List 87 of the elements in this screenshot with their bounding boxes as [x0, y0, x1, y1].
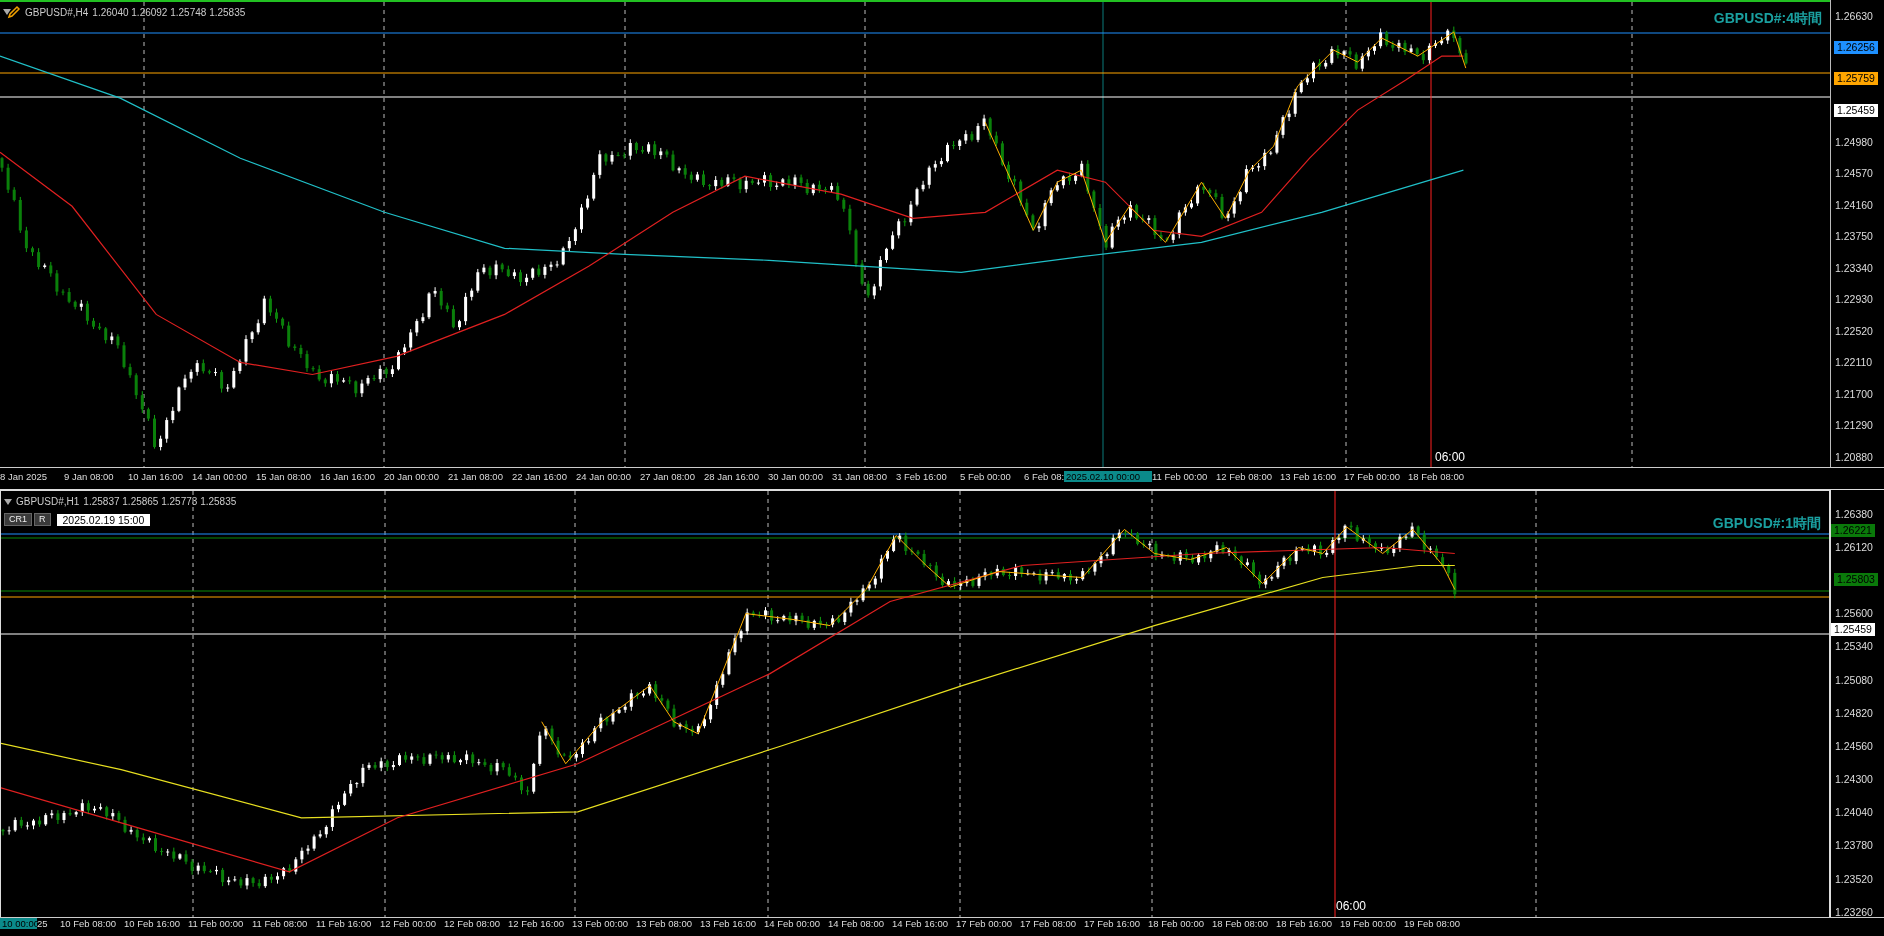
time-tick-label: 8 Jan 2025 [0, 471, 48, 482]
price-tick-label: 1.23520 [1834, 872, 1873, 885]
time-marker-label: 06:00 [1435, 450, 1466, 464]
time-tick-label: 13 Feb 00:00 [572, 918, 629, 929]
time-tick-label: 10 Jan 16:00 [128, 471, 184, 482]
price-tick-label: 1.22110 [1834, 356, 1873, 369]
datetime-field[interactable]: 2025.02.19 15:00 [56, 513, 151, 526]
time-tick-label: 24 Jan 00:00 [576, 471, 632, 482]
price-tick-label: 1.20880 [1834, 450, 1873, 463]
time-tick-label: 20 Jan 00:00 [384, 471, 440, 482]
price-tick-label: 1.26380 [1834, 507, 1873, 520]
symbol-label: GBPUSD#,H1 [16, 496, 80, 507]
time-tick-label: 25 [37, 918, 49, 929]
time-tick-label: 10 Feb 16:00 [124, 918, 181, 929]
time-tick-label: 18 Feb 00:00 [1148, 918, 1205, 929]
price-tick-label: 1.24570 [1834, 167, 1873, 180]
price-tick-label: 1.24980 [1834, 135, 1873, 148]
toolbar-button[interactable]: R [34, 513, 51, 526]
price-tag: 1.25803 [1834, 573, 1878, 587]
time-tick-label: 13 Feb 16:00 [700, 918, 757, 929]
price-tick-label: 1.22520 [1834, 324, 1873, 337]
crosshair-time-label: 2025.02.10 00:00 [1064, 471, 1152, 482]
price-tick-label: 1.22930 [1834, 293, 1873, 306]
time-tick-label: 28 Jan 16:00 [704, 471, 760, 482]
time-tick-label: 22 Jan 16:00 [512, 471, 568, 482]
time-tick-label: 18 Feb 08:00 [1212, 918, 1269, 929]
time-tick-label: 13 Feb 16:00 [1280, 471, 1337, 482]
price-tick-label: 1.23780 [1834, 839, 1873, 852]
time-tick-label: 11 Feb 00:00 [1152, 471, 1209, 482]
price-tick-label: 1.24560 [1834, 739, 1873, 752]
price-tick-label: 1.26120 [1834, 540, 1873, 553]
time-tick-label: 3 Feb 16:00 [896, 471, 948, 482]
price-tag: 1.25759 [1834, 72, 1878, 86]
time-tick-label: 21 Jan 08:00 [448, 471, 504, 482]
time-tick-label: 18 Feb 08:00 [1408, 471, 1465, 482]
time-tick-label: 31 Jan 08:00 [832, 471, 888, 482]
price-tick-label: 1.24040 [1834, 806, 1873, 819]
symbol-label: GBPUSD#,H4 [25, 6, 89, 18]
time-tick-label: 17 Feb 16:00 [1084, 918, 1141, 929]
time-tick-label: 12 Feb 08:00 [1216, 471, 1273, 482]
price-tick-label: 1.26630 [1834, 9, 1873, 22]
price-tag: 1.25459 [1834, 103, 1878, 117]
time-tick-label: 16 Jan 16:00 [320, 471, 376, 482]
price-quotes: 1.26040 1.26092 1.25748 1.25835 [92, 6, 246, 18]
time-tick-label: 6 Feb 08: [1024, 471, 1064, 482]
price-tick-label: 1.21290 [1834, 419, 1873, 432]
time-tick-label: 11 Feb 08:00 [252, 918, 309, 929]
price-tick-label: 1.25600 [1834, 607, 1873, 620]
time-tick-label: 11 Feb 16:00 [316, 918, 373, 929]
time-tick-label: 11 Feb 00:00 [188, 918, 245, 929]
time-tick-label: 14 Feb 16:00 [892, 918, 949, 929]
time-tick-label: 17 Feb 00:00 [1344, 471, 1401, 482]
time-tick-label: 14 Feb 08:00 [828, 918, 885, 929]
time-tick-label: 5 Feb 00:00 [960, 471, 1012, 482]
time-tick-label: 9 Jan 08:00 [64, 471, 115, 482]
price-tick-label: 1.25080 [1834, 673, 1873, 686]
time-tick-label: 19 Feb 00:00 [1340, 918, 1397, 929]
price-quotes: 1.25837 1.25865 1.25773 1.25835 [83, 496, 237, 507]
time-tick-label: 12 Feb 08:00 [444, 918, 501, 929]
price-tick-label: 1.24820 [1834, 706, 1873, 719]
time-tick-label: 30 Jan 00:00 [768, 471, 824, 482]
price-tick-label: 1.24300 [1834, 773, 1873, 786]
time-tick-label: 19 Feb 08:00 [1404, 918, 1461, 929]
price-tick-label: 1.24160 [1834, 198, 1873, 211]
price-tick-label: 1.25340 [1834, 640, 1873, 653]
time-tick-label: 14 Jan 00:00 [192, 471, 248, 482]
time-tick-label: 17 Feb 00:00 [956, 918, 1013, 929]
price-tick-label: 1.23750 [1834, 230, 1873, 243]
price-tag: 1.26221 [1831, 523, 1875, 537]
price-tick-label: 1.23260 [1834, 905, 1873, 918]
time-tick-label: 17 Feb 08:00 [1020, 918, 1077, 929]
time-tick-label: 27 Jan 08:00 [640, 471, 696, 482]
time-tick-label: 18 Feb 16:00 [1276, 918, 1333, 929]
price-tag: 1.25459 [1831, 623, 1875, 637]
price-tag: 1.26256 [1834, 40, 1878, 54]
price-tick-label: 1.21700 [1834, 387, 1873, 400]
time-marker-label: 06:00 [1336, 899, 1367, 913]
time-tick-label: 10 Feb 08:00 [60, 918, 117, 929]
time-tick-label: 12 Feb 00:00 [380, 918, 437, 929]
time-tick-label: 15 Jan 08:00 [256, 471, 312, 482]
chart-title: GBPUSD#:1時間 [1712, 515, 1821, 533]
chart-title: GBPUSD#:4時間 [1713, 10, 1822, 28]
time-tick-label: 13 Feb 08:00 [636, 918, 693, 929]
time-tick-label: 12 Feb 16:00 [508, 918, 565, 929]
price-tick-label: 1.23340 [1834, 261, 1873, 274]
time-tick-label: 14 Feb 00:00 [764, 918, 821, 929]
toolbar-button[interactable]: CR1 [4, 513, 32, 526]
